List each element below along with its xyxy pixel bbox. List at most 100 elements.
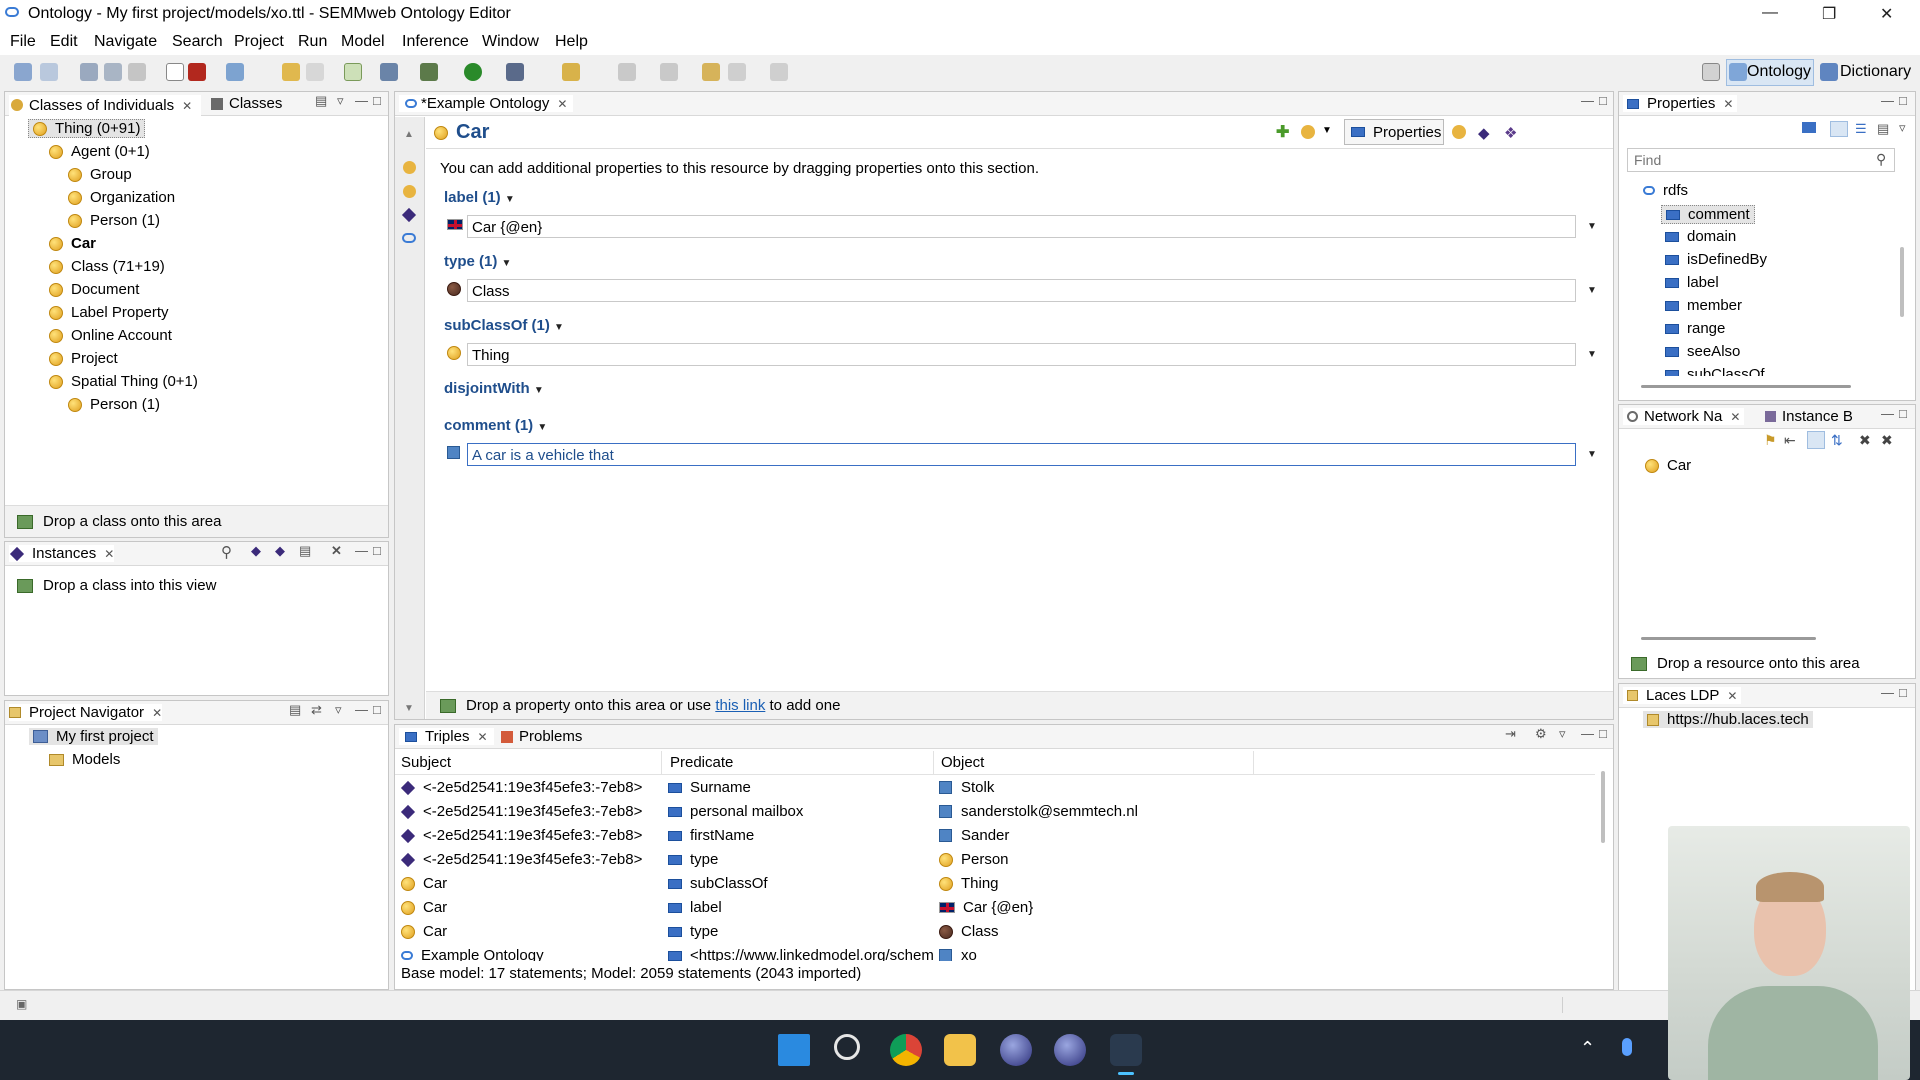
remove-icon[interactable]: ✖ <box>1859 432 1871 449</box>
minimize-view-icon[interactable]: — <box>1881 685 1894 700</box>
tab-classes[interactable]: Classes <box>211 95 282 112</box>
type-value-field[interactable]: Class <box>467 279 1576 302</box>
table-row[interactable]: Example Ontology <https://www.linkedmode… <box>395 943 1595 961</box>
tree-view-icon[interactable]: ☰ <box>1855 121 1867 137</box>
section-comment[interactable]: comment (1) ▼ <box>444 417 547 434</box>
add-property-icon[interactable]: ✚ <box>1276 122 1289 142</box>
tab-close-icon[interactable]: ✕ <box>1727 689 1737 703</box>
properties-hscrollbar[interactable] <box>1641 385 1851 388</box>
next-annotation-icon[interactable] <box>618 63 636 81</box>
maximize-view-icon[interactable]: □ <box>1599 93 1607 108</box>
tab-classes-of-individuals[interactable]: Classes of Individuals ✕ <box>9 95 201 116</box>
tree-item-thing[interactable]: Thing (0+91) <box>28 119 146 138</box>
maximize-view-icon[interactable]: □ <box>373 702 381 717</box>
tab-close-icon[interactable]: ✕ <box>182 99 192 113</box>
tree-item-project[interactable]: Project <box>49 350 118 367</box>
maximize-view-icon[interactable]: □ <box>373 93 381 108</box>
collapse-all-icon[interactable]: ▤ <box>289 702 301 718</box>
property-item-label[interactable]: label <box>1665 274 1719 291</box>
save-all-icon[interactable] <box>104 63 122 81</box>
tab-problems[interactable]: Problems <box>501 728 582 745</box>
menu-inference[interactable]: Inference <box>402 33 469 51</box>
search-icon[interactable] <box>834 1034 860 1060</box>
chevron-up-icon[interactable]: ⌃ <box>1580 1038 1595 1059</box>
minimize-view-icon[interactable]: — <box>1581 726 1594 741</box>
tree-item-car[interactable]: Car <box>49 235 96 252</box>
chevron-down-icon[interactable]: ▼ <box>1587 285 1597 296</box>
maximize-view-icon[interactable]: □ <box>1599 726 1607 741</box>
tree-item-group[interactable]: Group <box>68 166 132 183</box>
menu-navigate[interactable]: Navigate <box>94 33 157 51</box>
laces-url-item[interactable]: https://hub.laces.tech <box>1643 711 1813 728</box>
filter-icon[interactable]: ⚙ <box>1535 726 1547 742</box>
new-property-icon[interactable] <box>1802 122 1816 133</box>
add-instance-icon[interactable]: ◆ <box>251 543 261 559</box>
tab-instances[interactable]: Instances ✕ <box>9 545 115 562</box>
table-row[interactable]: Car subClassOf Thing <box>395 871 1595 895</box>
bold-a-icon[interactable] <box>166 63 184 81</box>
collapse-icon[interactable]: ⇤ <box>1784 432 1796 449</box>
outline-ontology-icon[interactable] <box>402 233 416 243</box>
open-perspective-icon[interactable] <box>1702 63 1720 81</box>
list-view-icon[interactable] <box>1830 121 1848 137</box>
sort-down-icon[interactable]: ⇅ <box>1831 432 1843 449</box>
menu-edit[interactable]: Edit <box>50 33 78 51</box>
view-menu-icon[interactable]: ▿ <box>335 702 342 718</box>
property-item-subclassof[interactable]: subClassOf <box>1665 366 1765 376</box>
columns-icon[interactable]: ▤ <box>299 543 311 559</box>
comment-value-field[interactable]: A car is a vehicle that <box>467 443 1576 466</box>
tree-item-organization[interactable]: Organization <box>68 189 175 206</box>
perspective-ontology-label[interactable]: Ontology <box>1747 63 1811 81</box>
minimize-view-icon[interactable]: — <box>1881 406 1894 421</box>
instance-view-icon[interactable]: ◆ <box>1478 124 1490 142</box>
maximize-view-icon[interactable]: □ <box>1899 685 1907 700</box>
tree-item-class[interactable]: Class (71+19) <box>49 258 165 275</box>
collapse-icon[interactable]: ▤ <box>1877 121 1889 137</box>
tab-close-icon[interactable]: ✕ <box>477 730 487 744</box>
sync-icon[interactable] <box>226 63 244 81</box>
delete-icon[interactable]: ✕ <box>331 543 342 559</box>
outline-class2-icon[interactable] <box>403 185 416 198</box>
open-view-icon[interactable] <box>344 63 362 81</box>
collapse-all-icon[interactable]: ▤ <box>315 93 327 109</box>
triples-scrollbar[interactable] <box>1601 771 1605 843</box>
new-project-icon[interactable] <box>14 63 32 81</box>
property-item-domain[interactable]: domain <box>1665 228 1736 245</box>
label-value-field[interactable]: Car {@en} <box>467 215 1576 238</box>
external-tools-icon[interactable] <box>506 63 524 81</box>
import-icon[interactable]: ⇥ <box>1505 726 1516 742</box>
menu-project[interactable]: Project <box>234 33 284 51</box>
undo-icon[interactable] <box>282 63 300 81</box>
start-icon[interactable] <box>778 1034 810 1066</box>
network-hscrollbar[interactable] <box>1641 637 1816 640</box>
run-icon[interactable] <box>464 63 482 81</box>
tab-project-navigator[interactable]: Project Navigator ✕ <box>9 704 163 721</box>
tab-close-icon[interactable]: ✕ <box>1730 410 1740 424</box>
tab-properties-view[interactable]: Properties ✕ <box>1623 95 1738 112</box>
section-disjointwith[interactable]: disjointWith ▼ <box>444 380 544 397</box>
print-icon[interactable] <box>128 63 146 81</box>
property-item-member[interactable]: member <box>1665 297 1742 314</box>
class-menu-icon[interactable] <box>1301 125 1315 139</box>
tab-laces-ldp[interactable]: Laces LDP ✕ <box>1623 687 1742 704</box>
maximize-view-icon[interactable]: □ <box>1899 406 1907 421</box>
menu-run[interactable]: Run <box>298 33 327 51</box>
minimize-view-icon[interactable]: — <box>1581 93 1594 108</box>
table-row[interactable]: <-2e5d2541:19e3f45efe3:-7eb8> Surname St… <box>395 775 1595 799</box>
add-property-link[interactable]: this link <box>715 697 765 714</box>
marker-icon[interactable] <box>562 63 580 81</box>
tab-close-icon[interactable]: ✕ <box>1723 97 1733 111</box>
tab-instance-browser[interactable]: Instance B <box>1765 408 1853 425</box>
network-item-car[interactable]: Car <box>1645 457 1691 474</box>
menu-model[interactable]: Model <box>341 33 385 51</box>
debug-icon[interactable] <box>420 63 438 81</box>
file-explorer-icon[interactable] <box>944 1034 976 1066</box>
network-drop-area[interactable]: Drop a resource onto this area <box>1631 655 1860 672</box>
menu-help[interactable]: Help <box>555 33 588 51</box>
section-subclassof[interactable]: subClassOf (1) ▼ <box>444 317 564 334</box>
section-label[interactable]: label (1) ▼ <box>444 189 515 206</box>
fast-view-icon[interactable]: ▣ <box>16 997 27 1011</box>
semmweb-cloud-icon[interactable] <box>1110 1034 1142 1066</box>
minimize-icon[interactable]: — <box>1762 4 1778 22</box>
chrome-icon[interactable] <box>890 1034 922 1066</box>
